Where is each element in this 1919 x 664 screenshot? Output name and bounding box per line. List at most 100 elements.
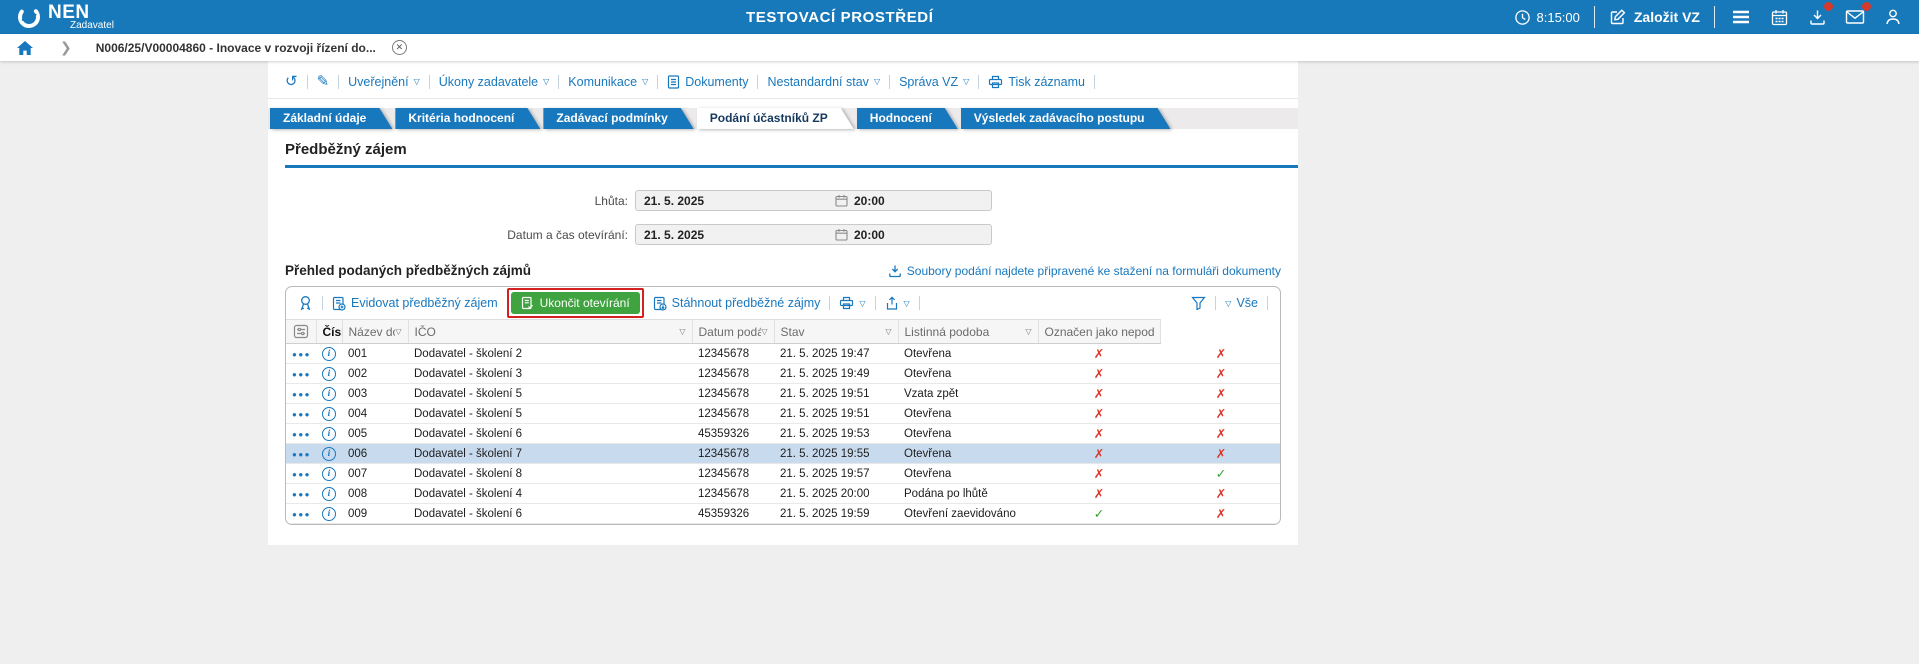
- breadcrumb: ❯ N006/25/V00004860 - Inovace v rozvoji …: [0, 34, 1919, 61]
- evidovat-button[interactable]: Evidovat předběžný zájem: [332, 296, 498, 311]
- menu-tisk-zaznamu[interactable]: Tisk záznamu: [988, 75, 1085, 89]
- table-row[interactable]: ●●● i 007 Dodavatel - školení 8 12345678 21. …: [286, 463, 1280, 484]
- filter-funnel-icon[interactable]: [1191, 296, 1207, 310]
- filter-triangle-icon[interactable]: ▽: [761, 327, 767, 336]
- home-icon[interactable]: [16, 40, 34, 56]
- export-button[interactable]: ▽: [885, 295, 910, 311]
- column-settings-icon[interactable]: [286, 319, 317, 344]
- table-row[interactable]: ●●● i 001 Dodavatel - školení 2 12345678 21. …: [286, 343, 1280, 364]
- row-menu-button[interactable]: ●●●: [286, 403, 316, 424]
- header-oznacen-jako-nepodany[interactable]: Označen jako nepodaný: [1038, 319, 1161, 344]
- tab-vysledek-zadavaciho-postupu[interactable]: Výsledek zadávacího postupu: [961, 108, 1171, 129]
- chevron-right-icon: ❯: [60, 39, 72, 55]
- filter-triangle-icon[interactable]: ▽: [1025, 327, 1031, 336]
- dropdown-triangle-icon: ▽: [903, 298, 910, 308]
- divider: [428, 74, 430, 89]
- tab-hodnoceni[interactable]: Hodnocení: [857, 108, 958, 129]
- cross-icon: ✗: [1215, 367, 1227, 381]
- files-download-link[interactable]: Soubory podání najdete připravené ke sta…: [888, 264, 1281, 278]
- row-menu-button[interactable]: ●●●: [286, 463, 316, 484]
- row-info-button[interactable]: i: [316, 443, 342, 464]
- row-info-button[interactable]: i: [316, 383, 342, 404]
- cell-ico: 12345678: [692, 443, 774, 464]
- table-row[interactable]: ●●● i 003 Dodavatel - školení 5 12345678 21. …: [286, 383, 1280, 404]
- row-info-button[interactable]: i: [316, 343, 342, 364]
- menu-komunikace[interactable]: Komunikace ▽: [568, 75, 648, 89]
- deadline-form: Lhůta: 21. 5. 2025 20:00 Datum a čas ote…: [268, 168, 1298, 255]
- header-datum-podani[interactable]: Datum podání▽: [692, 319, 775, 344]
- row-menu-button[interactable]: ●●●: [286, 363, 316, 384]
- otevirani-field[interactable]: 21. 5. 2025 20:00: [635, 224, 992, 245]
- row-menu-button[interactable]: ●●●: [286, 423, 316, 444]
- filter-triangle-icon[interactable]: ▽: [679, 327, 685, 336]
- tab-zadavaci-podminky[interactable]: Zadávací podmínky: [543, 108, 693, 129]
- cross-icon: ✗: [1093, 367, 1105, 381]
- row-info-button[interactable]: i: [316, 483, 342, 504]
- close-tab-icon[interactable]: ✕: [391, 40, 407, 55]
- stahnout-button[interactable]: Stáhnout předběžné zájmy: [653, 296, 820, 311]
- table-row[interactable]: ●●● i 005 Dodavatel - školení 6 45359326 21. …: [286, 423, 1280, 444]
- cell-oznacen-jako-nepodany: ✗: [1160, 423, 1280, 444]
- table-row[interactable]: ●●● i 004 Dodavatel - školení 5 12345678 21. …: [286, 403, 1280, 424]
- tab-kriteria-hodnoceni[interactable]: Kritéria hodnocení: [395, 108, 540, 129]
- watch-ribbon-icon[interactable]: [298, 295, 313, 311]
- create-vz-button[interactable]: Založit VZ: [1609, 8, 1700, 26]
- table-row[interactable]: ●●● i 002 Dodavatel - školení 3 12345678 21. …: [286, 363, 1280, 384]
- menu-dokumenty[interactable]: Dokumenty: [667, 75, 748, 89]
- row-menu-button[interactable]: ●●●: [286, 503, 316, 524]
- header-nazev-dodavatele[interactable]: Název dodavatele▽: [342, 319, 409, 344]
- dropdown-triangle-icon: ▽: [963, 77, 970, 86]
- row-menu-button[interactable]: ●●●: [286, 383, 316, 404]
- top-header: NEN Zadavatel TESTOVACÍ PROSTŘEDÍ 8:15:0…: [0, 0, 1919, 34]
- filter-all-selector[interactable]: ▽ Vše: [1225, 296, 1258, 310]
- table-row[interactable]: ●●● i 008 Dodavatel - školení 4 12345678 21. …: [286, 483, 1280, 504]
- calendar-small-icon[interactable]: [835, 194, 848, 207]
- row-info-button[interactable]: i: [316, 503, 342, 524]
- table-row[interactable]: ●●● i 006 Dodavatel - školení 7 12345678 21. …: [286, 443, 1280, 464]
- menu-hamburger-icon[interactable]: [1729, 5, 1753, 29]
- tab-zakladni-udaje[interactable]: Základní údaje: [270, 108, 392, 129]
- cell-datum-podani: 21. 5. 2025 19:49: [774, 363, 898, 384]
- row-info-button[interactable]: i: [316, 423, 342, 444]
- row-info-button[interactable]: i: [316, 403, 342, 424]
- divider: [1593, 6, 1595, 28]
- undo-icon[interactable]: ↺: [285, 74, 298, 89]
- table-row[interactable]: ●●● i 009 Dodavatel - školení 6 45359326 21. …: [286, 503, 1280, 524]
- filter-triangle-icon[interactable]: ▽: [395, 327, 401, 336]
- cell-listinna-podoba: ✗: [1038, 483, 1160, 504]
- header-cislo[interactable]: Číslo ↑ ▽: [316, 319, 343, 344]
- cell-oznacen-jako-nepodany: ✗: [1160, 343, 1280, 364]
- mail-icon[interactable]: [1843, 2, 1871, 29]
- menu-uverejneni[interactable]: Uveřejnění ▽: [348, 75, 420, 89]
- tab-podani-ucastniku-zp[interactable]: Podání účastníků ZP: [697, 108, 854, 129]
- menu-nestandardni-stav[interactable]: Nestandardní stav ▽: [767, 75, 880, 89]
- dropdown-triangle-icon: ▽: [859, 298, 866, 308]
- edit-pencil-icon[interactable]: ✎: [317, 74, 330, 89]
- cross-icon: ✗: [1215, 407, 1227, 421]
- cell-cislo: 004: [342, 403, 408, 424]
- row-menu-button[interactable]: ●●●: [286, 343, 316, 364]
- menu-sprava-vz[interactable]: Správa VZ ▽: [899, 75, 969, 89]
- cross-icon: ✗: [1093, 487, 1105, 501]
- calendar-icon[interactable]: [1767, 5, 1791, 29]
- row-info-button[interactable]: i: [316, 363, 342, 384]
- downloads-icon[interactable]: [1805, 2, 1833, 29]
- header-listinna-podoba[interactable]: Listinná podoba ▽: [898, 319, 1039, 344]
- header-ico[interactable]: IČO ▽: [408, 319, 693, 344]
- row-info-button[interactable]: i: [316, 463, 342, 484]
- menu-ukony-zadavatele[interactable]: Úkony zadavatele ▽: [439, 75, 550, 89]
- filter-triangle-icon[interactable]: ▽: [885, 327, 891, 336]
- nen-logo[interactable]: NEN Zadavatel: [16, 3, 166, 31]
- cell-ico: 12345678: [692, 483, 774, 504]
- row-menu-button[interactable]: ●●●: [286, 443, 316, 464]
- cell-ico: 12345678: [692, 463, 774, 484]
- print-table-button[interactable]: ▽: [839, 296, 866, 310]
- row-menu-button[interactable]: ●●●: [286, 483, 316, 504]
- calendar-small-icon[interactable]: [835, 228, 848, 241]
- lhuta-time-value: 20:00: [854, 193, 885, 208]
- breadcrumb-current-item[interactable]: N006/25/V00004860 - Inovace v rozvoji ří…: [96, 41, 376, 55]
- user-icon[interactable]: [1881, 5, 1905, 29]
- header-stav[interactable]: Stav ▽: [774, 319, 899, 344]
- ukoncit-oteviani-button[interactable]: Ukončit otevírání: [510, 292, 640, 314]
- lhuta-field[interactable]: 21. 5. 2025 20:00: [635, 190, 992, 211]
